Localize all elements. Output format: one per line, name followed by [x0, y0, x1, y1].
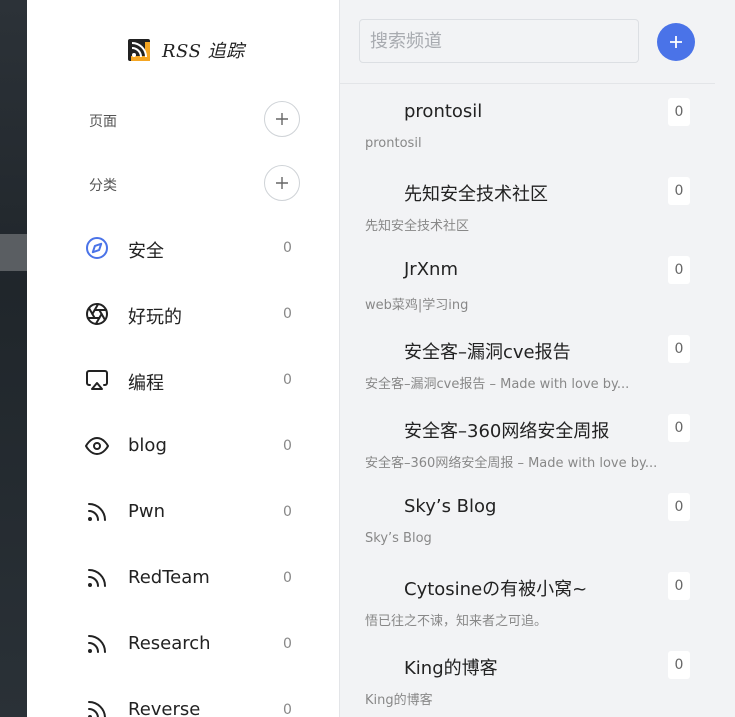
unread-count-badge: 0 [668, 177, 690, 205]
category-item-fun[interactable]: 好玩的 0 [27, 292, 339, 336]
add-channel-button[interactable] [657, 23, 695, 61]
channel-item[interactable]: JrXnm web菜鸡|学习ing 0 [340, 256, 715, 338]
channel-item[interactable]: King的博客 King的博客 0 [340, 651, 715, 717]
category-item-pwn[interactable]: Pwn 0 [27, 490, 339, 534]
channel-subtitle: 安全客–360网络安全周报 – Made with love by... [365, 456, 658, 471]
rss-logo-icon [128, 39, 150, 61]
category-count: 0 [283, 570, 292, 586]
category-label: Reverse [128, 699, 201, 717]
channel-title: 先知安全技术社区 [404, 184, 548, 205]
category-count: 0 [283, 636, 292, 652]
rss-icon [88, 503, 106, 521]
category-item-reverse[interactable]: Reverse 0 [27, 688, 339, 717]
category-count: 0 [283, 702, 292, 717]
app-title: RSS 追踪 [162, 41, 245, 62]
category-count: 0 [283, 372, 292, 388]
plus-icon [670, 36, 682, 48]
unread-count-badge: 0 [668, 256, 690, 284]
channel-subtitle: King的博客 [365, 693, 433, 708]
channel-item[interactable]: Cytosineの有被小窝~ 悟已往之不谏，知来者之可追。 0 [340, 572, 715, 654]
rss-icon [88, 569, 106, 587]
channel-title: King的博客 [404, 658, 498, 679]
category-count: 0 [283, 306, 292, 322]
category-item-security[interactable]: 安全 0 [27, 226, 339, 270]
add-category-button[interactable] [264, 165, 300, 201]
channel-item[interactable]: 安全客–漏洞cve报告 安全客–漏洞cve报告 – Made with love… [340, 335, 715, 417]
plus-icon [276, 177, 288, 189]
unread-count-badge: 0 [668, 651, 690, 679]
rss-icon [88, 701, 106, 717]
category-label: blog [128, 435, 167, 456]
unread-count-badge: 0 [668, 335, 690, 363]
unread-count-badge: 0 [668, 493, 690, 521]
add-page-button[interactable] [264, 101, 300, 137]
channel-title: 安全客–360网络安全周报 [404, 421, 610, 442]
category-label: RedTeam [128, 567, 210, 588]
channel-item[interactable]: 先知安全技术社区 先知安全技术社区 0 [340, 177, 715, 259]
window-left-strip [0, 0, 27, 717]
channel-item[interactable]: Sky’s Blog Sky’s Blog 0 [340, 493, 715, 575]
plus-icon [276, 113, 288, 125]
category-label: Pwn [128, 501, 165, 522]
category-label: 编程 [128, 373, 164, 394]
channel-title: prontosil [404, 101, 483, 122]
brand: RSS 追踪 [128, 36, 245, 64]
category-count: 0 [283, 504, 292, 520]
channel-subtitle: 悟已往之不谏，知来者之可追。 [365, 614, 548, 629]
categories-label: 分类 [89, 178, 117, 194]
compass-icon [86, 237, 108, 259]
window-strip-selection [0, 234, 27, 271]
unread-count-badge: 0 [668, 572, 690, 600]
category-label: 安全 [128, 241, 164, 262]
category-item-redteam[interactable]: RedTeam 0 [27, 556, 339, 600]
category-count: 0 [283, 240, 292, 256]
unread-count-badge: 0 [668, 414, 690, 442]
channel-item[interactable]: prontosil prontosil 0 [340, 98, 715, 180]
channel-subtitle: prontosil [365, 136, 422, 151]
pages-label: 页面 [89, 114, 117, 130]
channel-subtitle: web菜鸡|学习ing [365, 298, 469, 313]
channel-title: Cytosineの有被小窝~ [404, 579, 588, 600]
channel-panel: prontosil prontosil 0 先知安全技术社区 先知安全技术社区 … [339, 0, 735, 717]
unread-count-badge: 0 [668, 98, 690, 126]
category-item-programming[interactable]: 编程 0 [27, 358, 339, 402]
category-label: 好玩的 [128, 307, 182, 328]
category-item-blog[interactable]: blog 0 [27, 424, 339, 468]
airplay-icon [86, 370, 108, 390]
aperture-icon [86, 303, 108, 325]
channel-item[interactable]: 安全客–360网络安全周报 安全客–360网络安全周报 – Made with … [340, 414, 715, 496]
category-item-research[interactable]: Research 0 [27, 622, 339, 666]
sidebar: RSS 追踪 页面 分类 安全 0 好玩的 0 编程 0 blog 0 Pwn … [27, 0, 339, 717]
search-input[interactable] [359, 19, 639, 63]
channel-subtitle: 先知安全技术社区 [365, 219, 470, 234]
eye-icon [85, 437, 109, 455]
channel-title: Sky’s Blog [404, 496, 497, 517]
channel-subtitle: Sky’s Blog [365, 531, 432, 546]
channel-subtitle: 安全客–漏洞cve报告 – Made with love by... [365, 377, 630, 392]
channel-title: JrXnm [404, 259, 458, 280]
rss-icon [88, 635, 106, 653]
channel-title: 安全客–漏洞cve报告 [404, 342, 571, 363]
search-bar [340, 0, 715, 84]
category-count: 0 [283, 438, 292, 454]
category-label: Research [128, 633, 211, 654]
